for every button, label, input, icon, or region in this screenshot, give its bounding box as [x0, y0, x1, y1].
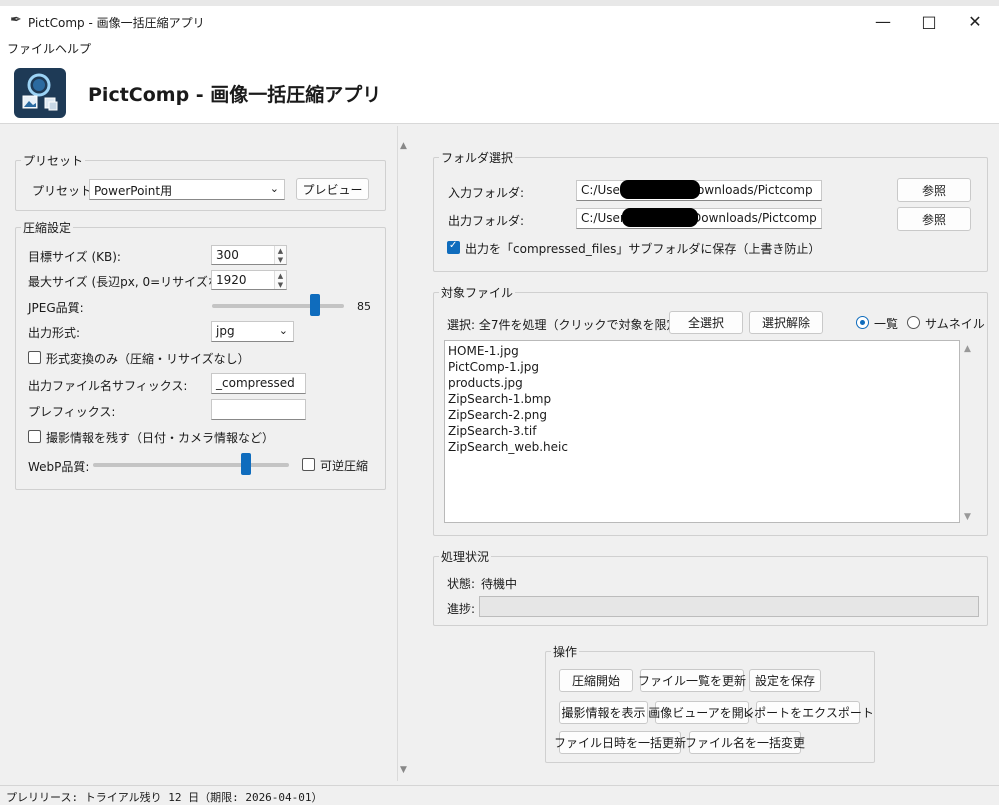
suffix-label: 出力ファイル名サフィックス:	[28, 379, 188, 393]
menu-help[interactable]: ヘルプ	[55, 40, 91, 57]
list-scroll-up-icon[interactable]: ▲	[964, 344, 971, 354]
list-item[interactable]: ZipSearch-2.png	[448, 407, 956, 423]
status-bar: プレリリース: トライアル残り 12 日（期限: 2026-04-01）	[0, 785, 999, 805]
maximize-button[interactable]: □	[906, 8, 952, 34]
preset-group-title: プリセット	[21, 152, 86, 169]
spin-arrows-icon[interactable]: ▲ ▼	[274, 271, 286, 289]
app-title: PictComp - 画像一括圧縮アプリ	[88, 84, 382, 106]
file-list[interactable]: HOME-1.jpg PictComp-1.jpg products.jpg Z…	[444, 340, 960, 523]
max-size-label: 最大サイズ (長辺px, 0=リサイズなし):	[28, 275, 241, 289]
redaction-mark	[620, 180, 700, 199]
chevron-down-icon: ⌄	[278, 324, 288, 337]
pane-splitter[interactable]	[397, 126, 398, 781]
jpeg-quality-slider-thumb[interactable]	[310, 294, 321, 316]
select-all-button[interactable]: 全選択	[669, 311, 743, 334]
preset-select[interactable]: PowerPoint用 ⌄	[89, 179, 285, 200]
minimize-button[interactable]: —	[860, 8, 906, 34]
prefix-input[interactable]	[211, 399, 306, 420]
jpeg-quality-track[interactable]	[212, 304, 344, 308]
webp-quality-track[interactable]	[93, 463, 289, 467]
list-item[interactable]: HOME-1.jpg	[448, 343, 956, 359]
state-value: 待機中	[481, 577, 518, 591]
list-item[interactable]: PictComp-1.jpg	[448, 359, 956, 375]
suffix-value: _compressed	[216, 376, 295, 390]
list-item[interactable]: ZipSearch-3.tif	[448, 423, 956, 439]
jpeg-quality-label: JPEG品質:	[28, 301, 84, 315]
export-report-button[interactable]: レポートをエクスポート	[742, 701, 874, 724]
jpeg-quality-value: 85	[357, 300, 371, 313]
window-title: PictComp - 画像一括圧縮アプリ	[28, 16, 205, 30]
scroll-up-icon[interactable]: ▲	[400, 141, 407, 151]
view-thumbnail-label: サムネイル	[925, 317, 985, 331]
rename-files-button[interactable]: ファイル名を一括変更	[685, 731, 805, 754]
output-folder-field[interactable]: C:/Users Downloads/Pictcomp	[576, 208, 822, 229]
chevron-down-icon: ⌄	[269, 182, 279, 195]
progress-bar	[479, 596, 979, 617]
format-only-checkbox[interactable]	[28, 351, 41, 364]
preset-select-value: PowerPoint用	[94, 184, 173, 198]
state-label: 状態:	[447, 577, 476, 591]
update-dates-button[interactable]: ファイル日時を一括更新	[554, 731, 686, 754]
input-folder-label: 入力フォルダ:	[448, 186, 525, 200]
prefix-label: プレフィックス:	[28, 405, 116, 419]
selection-summary: 選択: 全7件を処理（クリックで対象を限定）	[447, 318, 691, 332]
view-list-label: 一覧	[874, 317, 899, 331]
lossless-checkbox[interactable]	[302, 458, 315, 471]
app-feather-icon: ✒	[10, 12, 22, 28]
output-browse-button[interactable]: 参照	[897, 207, 971, 231]
input-folder-value-start: C:/User	[581, 183, 625, 197]
list-item[interactable]: ZipSearch_web.heic	[448, 439, 956, 455]
refresh-list-button[interactable]: ファイル一覧を更新	[638, 669, 746, 692]
actions-group-title: 操作	[551, 643, 580, 660]
spin-arrows-icon[interactable]: ▲ ▼	[274, 246, 286, 264]
format-only-label: 形式変換のみ（圧縮・リサイズなし）	[46, 352, 250, 366]
subfolder-label: 出力を「compressed_files」サブフォルダに保存（上書き防止）	[465, 242, 821, 256]
status-bar-text: プレリリース: トライアル残り 12 日（期限: 2026-04-01）	[6, 791, 323, 804]
progress-label: 進捗:	[447, 602, 476, 616]
output-folder-value-end: Downloads/Pictcomp	[692, 211, 817, 225]
start-compression-button[interactable]: 圧縮開始	[559, 669, 633, 692]
keep-exif-checkbox[interactable]	[28, 430, 41, 443]
redaction-mark	[622, 208, 698, 227]
menu-bar: ファイル ヘルプ	[0, 38, 999, 58]
suffix-input[interactable]: _compressed	[211, 373, 306, 394]
output-format-select[interactable]: jpg ⌄	[211, 321, 294, 342]
input-folder-value-end: ownloads/Pictcomp	[697, 183, 813, 197]
target-size-spinbox[interactable]: 300 ▲ ▼	[211, 245, 287, 265]
target-size-label: 目標サイズ (KB):	[28, 250, 121, 264]
menu-file[interactable]: ファイル	[7, 40, 55, 57]
target-size-value: 300	[216, 248, 239, 262]
webp-quality-slider-thumb[interactable]	[240, 453, 251, 475]
list-item[interactable]: ZipSearch-1.bmp	[448, 391, 956, 407]
webp-quality-label: WebP品質:	[28, 460, 90, 474]
max-size-value: 1920	[216, 273, 247, 287]
compression-group-title: 圧縮設定	[21, 219, 74, 236]
deselect-button[interactable]: 選択解除	[749, 311, 823, 334]
keep-exif-label: 撮影情報を残す（日付・カメラ情報など）	[46, 431, 275, 445]
view-thumbnail-radio[interactable]	[907, 316, 920, 329]
app-logo-icon	[14, 68, 66, 118]
subfolder-checkbox[interactable]	[447, 240, 460, 254]
max-size-spinbox[interactable]: 1920 ▲ ▼	[211, 270, 287, 290]
folder-group-title: フォルダ選択	[439, 149, 516, 166]
list-scroll-down-icon[interactable]: ▼	[964, 512, 971, 522]
lossless-label: 可逆圧縮	[320, 459, 369, 473]
output-format-label: 出力形式:	[28, 326, 81, 340]
status-group-title: 処理状況	[439, 548, 492, 565]
show-exif-button[interactable]: 撮影情報を表示	[559, 701, 648, 724]
open-viewer-button[interactable]: 画像ビューアを開く	[648, 701, 756, 724]
title-bar: ✒ PictComp - 画像一括圧縮アプリ — □ ✕	[0, 0, 999, 38]
list-item[interactable]: products.jpg	[448, 375, 956, 391]
save-settings-button[interactable]: 設定を保存	[749, 669, 821, 692]
view-list-radio[interactable]	[856, 316, 869, 329]
close-button[interactable]: ✕	[952, 8, 998, 34]
input-browse-button[interactable]: 参照	[897, 178, 971, 202]
scroll-down-icon[interactable]: ▼	[400, 765, 407, 775]
output-format-value: jpg	[216, 324, 235, 338]
preview-button[interactable]: プレビュー	[296, 178, 369, 200]
target-files-group-title: 対象ファイル	[439, 284, 516, 301]
output-folder-label: 出力フォルダ:	[448, 214, 525, 228]
preset-label: プリセット:	[32, 184, 97, 198]
